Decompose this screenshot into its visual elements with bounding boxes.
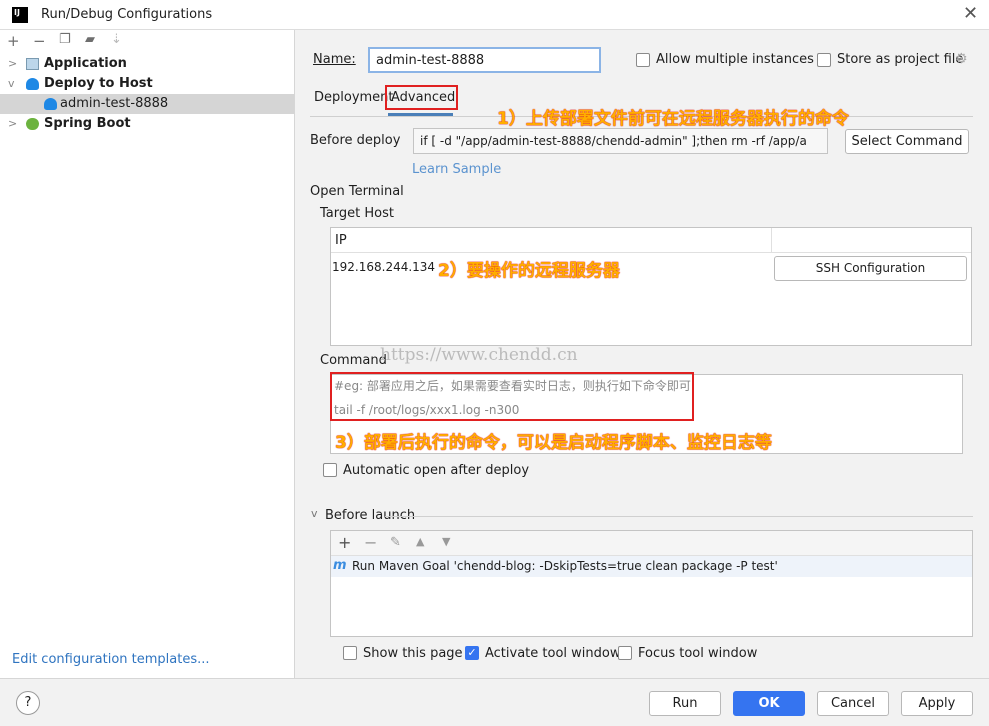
sidebar: + − ❐ ▰ ⇣ > Application v Deploy to Host… [0, 30, 295, 678]
column-header-ip: IP [335, 233, 347, 248]
maven-icon: m [333, 558, 347, 573]
annotation-2: 2）要操作的远程服务器 [438, 261, 620, 281]
store-project-checkbox[interactable] [817, 53, 831, 67]
chevron-down-icon[interactable]: v [8, 74, 15, 94]
run-button[interactable]: Run [649, 691, 721, 716]
remove-icon[interactable]: − [364, 533, 377, 552]
apply-button[interactable]: Apply [901, 691, 973, 716]
ssh-configuration-button[interactable]: SSH Configuration [774, 256, 967, 281]
cloud-upload-icon [26, 78, 39, 90]
edit-icon[interactable]: ✎ [390, 535, 401, 550]
list-item[interactable]: m Run Maven Goal 'chendd-blog: -DskipTes… [331, 556, 972, 577]
target-host-label: Target Host [320, 206, 394, 221]
chevron-right-icon[interactable]: > [8, 114, 17, 134]
launch-task-label: Run Maven Goal 'chendd-blog: -DskipTests… [352, 559, 778, 573]
window-title: Run/Debug Configurations [41, 7, 213, 22]
show-page-checkbox[interactable] [343, 646, 357, 660]
cancel-button[interactable]: Cancel [817, 691, 889, 716]
sort-icon[interactable]: ⇣ [111, 32, 122, 47]
activate-tool-checkbox[interactable]: ✓ [465, 646, 479, 660]
auto-open-checkbox[interactable] [323, 463, 337, 477]
allow-multiple-checkbox[interactable] [636, 53, 650, 67]
cloud-upload-icon [44, 98, 57, 110]
annotation-1: 1）上传部署文件前可在远程服务器执行的命令 [497, 109, 849, 129]
table-row[interactable]: 192.168.244.134 SSH Configuration [331, 253, 971, 283]
name-label: Name: [313, 52, 356, 67]
edit-templates-link[interactable]: Edit configuration templates... [12, 652, 210, 667]
ok-button[interactable]: OK [733, 691, 805, 716]
open-terminal-label: Open Terminal [310, 184, 404, 199]
tree-label: admin-test-8888 [60, 96, 169, 111]
move-down-icon[interactable]: ▼ [442, 535, 450, 548]
copy-icon[interactable]: ❐ [59, 32, 71, 47]
sidebar-toolbar: + − ❐ ▰ ⇣ [0, 30, 294, 52]
tree-label: Deploy to Host [44, 76, 153, 91]
highlight-box [385, 85, 458, 110]
show-page-label: Show this page [363, 646, 463, 661]
spring-boot-icon [26, 118, 39, 130]
dialog-footer: ? Run OK Cancel Apply [0, 678, 989, 726]
host-ip: 192.168.244.134 [332, 260, 436, 274]
auto-open-label: Automatic open after deploy [343, 463, 530, 478]
annotation-3: 3）部署后执行的命令，可以是启动程序脚本、监控日志等 [335, 433, 772, 453]
highlight-box [330, 372, 694, 421]
focus-tool-checkbox[interactable] [618, 646, 632, 660]
close-icon[interactable]: ✕ [963, 3, 978, 24]
add-icon[interactable]: + [7, 32, 20, 50]
help-button[interactable]: ? [16, 691, 40, 715]
tab-deployment[interactable]: Deployment [314, 90, 394, 105]
tree-label: Application [44, 56, 127, 71]
focus-tool-label: Focus tool window [638, 646, 758, 661]
title-bar: IJ Run/Debug Configurations ✕ [0, 0, 989, 30]
target-host-table: IP 192.168.244.134 SSH Configuration [330, 227, 972, 346]
application-icon [26, 58, 39, 70]
tree-item-admin-test-8888[interactable]: admin-test-8888 [0, 94, 294, 114]
column-divider [771, 228, 772, 253]
command-label: Command [320, 353, 387, 368]
before-deploy-input[interactable]: if [ -d "/app/admin-test-8888/chendd-adm… [413, 128, 828, 154]
divider [385, 516, 973, 517]
before-deploy-label: Before deploy [310, 133, 401, 148]
collapse-icon[interactable]: v [311, 507, 318, 520]
intellij-logo: IJ [12, 7, 28, 23]
before-launch-list: + − ✎ ▲ ▼ m Run Maven Goal 'chendd-blog:… [330, 530, 973, 637]
select-command-button[interactable]: Select Command [845, 129, 969, 154]
tree-label: Spring Boot [44, 116, 131, 131]
tree-item-spring-boot[interactable]: > Spring Boot [0, 114, 294, 134]
before-launch-toolbar: + − ✎ ▲ ▼ [331, 531, 972, 556]
activate-tool-label: Activate tool window [485, 646, 621, 661]
remove-icon[interactable]: − [33, 32, 46, 50]
store-project-label: Store as project file [837, 52, 964, 67]
table-header: IP [331, 228, 971, 253]
add-icon[interactable]: + [338, 533, 351, 552]
tree-item-application[interactable]: > Application [0, 54, 294, 74]
gear-icon[interactable]: ⚙ [955, 51, 968, 67]
move-up-icon[interactable]: ▲ [416, 535, 424, 548]
tree-item-deploy-to-host[interactable]: v Deploy to Host [0, 74, 294, 94]
folder-add-icon[interactable]: ▰ [85, 32, 95, 47]
watermark: https://www.chendd.cn [380, 345, 578, 365]
chevron-right-icon[interactable]: > [8, 54, 17, 74]
learn-sample-link[interactable]: Learn Sample [412, 162, 501, 177]
allow-multiple-label: Allow multiple instances [656, 52, 814, 67]
name-input[interactable]: admin-test-8888 [368, 47, 601, 73]
